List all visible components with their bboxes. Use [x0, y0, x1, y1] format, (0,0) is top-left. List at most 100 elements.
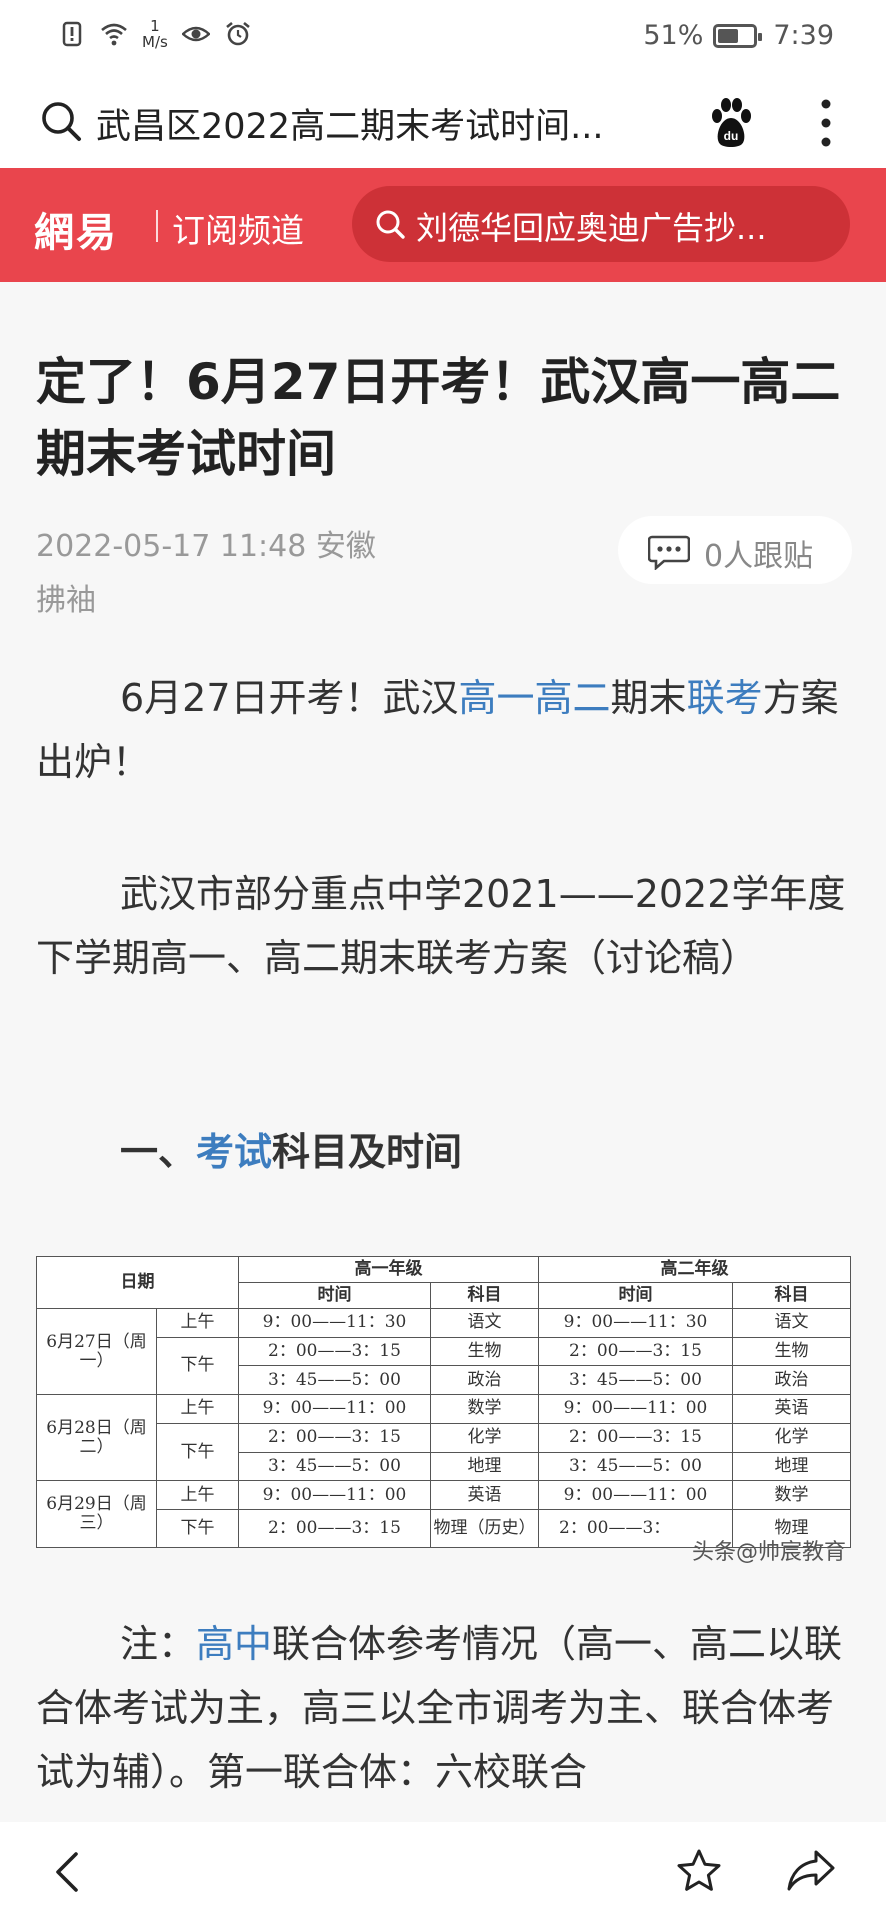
bottom-toolbar	[0, 1822, 886, 1920]
time-cell: 3：45——5：00	[238, 1365, 431, 1396]
period-cell: 下午	[156, 1336, 239, 1396]
note-label: 注：	[120, 1622, 197, 1666]
period-cell: 上午	[156, 1480, 239, 1510]
svg-text:du: du	[724, 129, 739, 143]
subject-cell: 语文	[430, 1308, 539, 1338]
subject-cell: 地理	[732, 1451, 851, 1482]
subject-cell: 物理（历史）	[430, 1509, 539, 1548]
subject-cell: 化学	[732, 1422, 851, 1453]
header-divider	[156, 210, 158, 242]
time-cell: 9：00——11：00	[238, 1394, 431, 1424]
status-bar: 1 M/s 51% 7:39	[0, 0, 886, 76]
subject-cell: 英语	[430, 1480, 539, 1510]
comment-icon	[648, 535, 690, 570]
period-cell: 上午	[156, 1308, 239, 1338]
table-row: 6月27日（周一） 上午 9：00——11：30 语文 9：00——11：30 …	[36, 1307, 851, 1396]
schedule-table-image[interactable]: 日期 高一年级 高二年级 时间 科目 时间 科目 6月27日（周一） 上午 9：…	[36, 1256, 851, 1548]
subject-cell: 化学	[430, 1422, 539, 1453]
period-cell: 下午	[156, 1509, 239, 1548]
network-speed-value: 1	[150, 17, 160, 35]
time-cell: 2：00——3：15	[538, 1336, 733, 1367]
date-cell: 6月28日（周二）	[36, 1394, 157, 1482]
author-name[interactable]: 拂袖	[36, 574, 476, 628]
eye-icon	[181, 26, 210, 42]
header-date: 日期	[36, 1256, 239, 1309]
time-cell: 9：00——11：00	[538, 1480, 733, 1510]
browser-search-bar[interactable]: 武昌区2022高二期末考试时间... du	[0, 76, 886, 168]
network-speed: 1 M/s	[142, 18, 168, 50]
network-speed-unit: M/s	[142, 33, 168, 51]
header-grade-2: 高二年级	[538, 1256, 851, 1283]
subject-cell: 数学	[430, 1394, 539, 1424]
period-cell: 下午	[156, 1422, 239, 1482]
time-cell: 9：00——11：30	[538, 1308, 733, 1338]
clock: 7:39	[773, 20, 834, 51]
table-row: 下午 2：00——3：15 生物 2：00——3：15 生物	[37, 1336, 851, 1396]
subscribe-channel-link[interactable]: 订阅频道	[172, 204, 304, 252]
header-subject: 科目	[732, 1282, 851, 1309]
link-kaoshi[interactable]: 考试	[196, 1130, 272, 1174]
time-cell: 2：00——3：15	[238, 1422, 431, 1453]
search-icon[interactable]	[40, 100, 82, 142]
share-icon[interactable]	[786, 1848, 836, 1892]
time-cell: 2：00——3：15	[238, 1336, 431, 1367]
date-cell: 6月27日（周一）	[36, 1307, 157, 1396]
heading-text: 科目及时间	[272, 1130, 463, 1174]
alert-notification-icon	[62, 21, 82, 47]
paragraph-plan-title: 武汉市部分重点中学2021——2022学年度下学期高一、高二期末联考方案（讨论稿…	[36, 872, 846, 980]
article-clip: 定了！6月27日开考！武汉高一高二期末考试时间 2022-05-17 11:48…	[0, 282, 886, 1822]
battery-percent: 51%	[643, 20, 704, 51]
battery-icon	[713, 23, 763, 48]
table-row: 6月28日（周二） 上午 9：00——11：00 数学 9：00——11：00 …	[36, 1394, 851, 1482]
subject-cell: 数学	[732, 1480, 851, 1510]
article-meta: 2022-05-17 11:48 安徽 拂袖	[36, 520, 476, 628]
subject-cell: 英语	[732, 1394, 851, 1424]
hot-search-text[interactable]: 刘德华回应奥迪广告抄...	[416, 203, 836, 249]
status-left: 1 M/s	[58, 18, 252, 50]
hot-search-box[interactable]: 刘德华回应奥迪广告抄...	[352, 186, 850, 262]
back-icon[interactable]	[48, 1850, 88, 1894]
paragraph-note: 注：高中联合体参考情况（高一、高二以联合体考试为主，高三以全市调考为主、联合体考…	[36, 1612, 850, 1804]
link-liankao[interactable]: 联考	[687, 676, 763, 720]
intro-text-b: 期末	[610, 676, 687, 720]
link-gaoyi-gaoer[interactable]: 高一高二	[459, 676, 611, 720]
wifi-icon	[101, 23, 127, 46]
period-cell: 上午	[156, 1394, 239, 1424]
section-heading: 一、考试科目及时间	[36, 1120, 850, 1184]
more-icon[interactable]	[818, 98, 834, 148]
table-row: 6月29日（周三） 上午 9：00——11：00 英语 9：00——11：00 …	[36, 1480, 851, 1548]
baidu-paw-icon[interactable]: du	[708, 96, 754, 148]
subject-cell: 政治	[430, 1365, 539, 1396]
star-icon[interactable]	[676, 1848, 722, 1894]
subject-cell: 政治	[732, 1365, 851, 1396]
battery-fill	[718, 28, 738, 43]
time-cell: 3：45——5：00	[538, 1365, 733, 1396]
time-cell: 2：00——3：15	[538, 1422, 733, 1453]
image-watermark: 头条@帅宸教育	[692, 1540, 847, 1565]
subject-cell: 语文	[732, 1308, 851, 1338]
time-cell: 9：00——11：30	[238, 1308, 431, 1338]
table-header-row: 日期 高一年级 高二年级	[36, 1256, 851, 1309]
search-query[interactable]: 武昌区2022高二期末考试时间...	[96, 98, 676, 149]
alarm-icon	[226, 21, 250, 46]
netease-header: 網易 订阅频道 刘德华回应奥迪广告抄...	[0, 168, 886, 282]
header-time: 时间	[238, 1282, 431, 1309]
time-cell: 2：00——3：15	[238, 1509, 431, 1548]
time-cell: 3：45——5：00	[238, 1451, 431, 1482]
header-grade-1: 高一年级	[238, 1256, 539, 1283]
time-cell: 3：45——5：00	[538, 1451, 733, 1482]
time-cell: 9：00——11：00	[538, 1394, 733, 1424]
comment-count[interactable]: 0人跟贴	[704, 531, 813, 575]
subject-cell: 生物	[430, 1336, 539, 1367]
heading-number: 一、	[120, 1130, 197, 1174]
link-gaozhong[interactable]: 高中	[196, 1622, 272, 1666]
article-title: 定了！6月27日开考！武汉高一高二期末考试时间	[36, 353, 841, 483]
header-time: 时间	[538, 1282, 733, 1309]
comment-button[interactable]: 0人跟贴	[618, 516, 852, 584]
subject-cell: 生物	[732, 1336, 851, 1367]
search-icon	[376, 210, 405, 239]
table-row: 下午 2：00——3：15 化学 2：00——3：15 化学	[37, 1422, 851, 1482]
subject-cell: 地理	[430, 1451, 539, 1482]
date-cell: 6月29日（周三）	[36, 1480, 157, 1548]
netease-logo[interactable]: 網易	[34, 200, 118, 258]
